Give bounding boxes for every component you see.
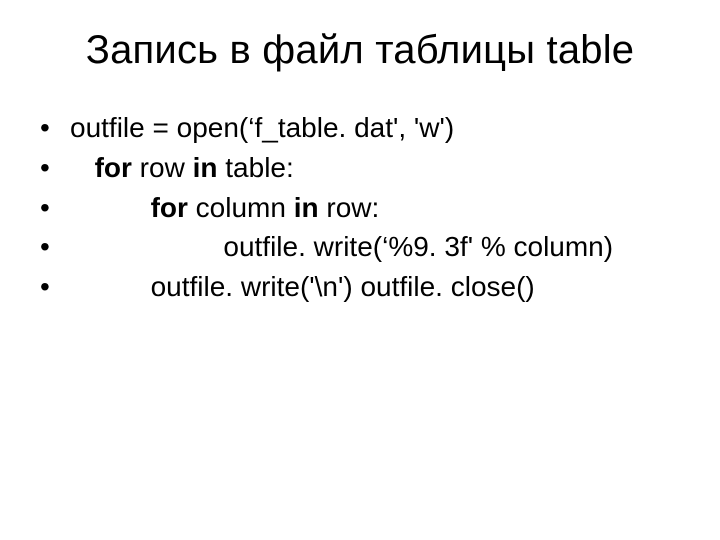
code-text: outfile = open(‘f_table. dat', 'w')	[70, 112, 454, 143]
list-item: for column in row:	[40, 189, 684, 227]
list-item: outfile. write('\n') outfile. close()	[40, 268, 684, 306]
code-text: row:	[319, 192, 380, 223]
slide-title: Запись в файл таблицы table	[36, 28, 684, 73]
code-text: outfile. write('\n') outfile. close()	[151, 271, 535, 302]
code-text: table:	[217, 152, 293, 183]
code-text: column	[188, 192, 294, 223]
code-text: outfile. write(‘%9. 3f' % column)	[223, 231, 613, 262]
keyword-in: in	[294, 192, 319, 223]
keyword-for: for	[151, 192, 188, 223]
list-item: for row in table:	[40, 149, 684, 187]
list-item: outfile. write(‘%9. 3f' % column)	[40, 228, 684, 266]
keyword-for: for	[95, 152, 132, 183]
keyword-in: in	[193, 152, 218, 183]
slide: Запись в файл таблицы table outfile = op…	[0, 0, 720, 540]
code-text: row	[132, 152, 193, 183]
list-item: outfile = open(‘f_table. dat', 'w')	[40, 109, 684, 147]
bullet-list: outfile = open(‘f_table. dat', 'w') for …	[36, 109, 684, 306]
